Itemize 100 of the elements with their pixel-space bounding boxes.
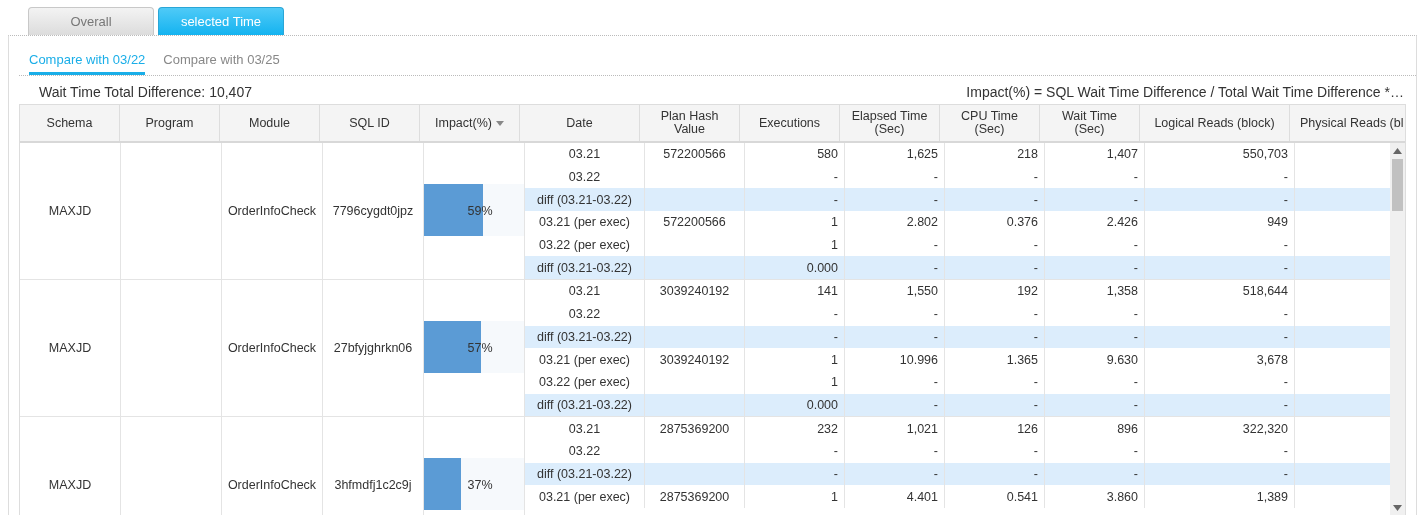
elapsed-time-cell: 1,550: [906, 284, 938, 299]
logical-reads-cell: -: [1283, 192, 1288, 207]
cpu-time-cell: 1.365: [1006, 352, 1038, 367]
module-cell: OrderInfoCheck: [222, 280, 323, 417]
date-cell: 03.21: [568, 284, 601, 299]
logical-reads-cell: 550,703: [1242, 147, 1288, 162]
schema-cell: MAXJD: [20, 280, 121, 417]
date-cell: diff (03.21-03.22): [537, 192, 632, 207]
elapsed-time-cell: -: [933, 192, 938, 207]
cpu-time-cell: -: [1033, 260, 1038, 275]
column-header: Module: [220, 105, 320, 141]
cpu-time-cell: -: [1033, 192, 1038, 207]
executions-cell: 1: [831, 352, 838, 367]
executions-cell: -: [833, 329, 838, 344]
elapsed-time-cell: -: [933, 307, 938, 322]
logical-reads-cell: 322,320: [1242, 421, 1288, 436]
elapsed-time-cell: 1,625: [906, 147, 938, 162]
cpu-time-cell: -: [1033, 375, 1038, 390]
plan-hash-cell: 3039240192: [659, 352, 730, 367]
date-cell: diff (03.21-03.22): [537, 466, 632, 481]
scrollbar[interactable]: [1390, 143, 1405, 515]
tab[interactable]: Overall: [28, 7, 154, 35]
scroll-down-icon[interactable]: [1393, 505, 1402, 511]
plan-hash-cell: 2875369200: [659, 489, 730, 504]
wait-time-cell: -: [1133, 444, 1138, 459]
wait-time-cell: -: [1133, 397, 1138, 412]
cpu-time-cell: 0.541: [1006, 489, 1038, 504]
tab[interactable]: selected Time: [158, 7, 284, 35]
wait-time-cell: 9.630: [1106, 352, 1138, 367]
date-cell: diff (03.21-03.22): [537, 397, 632, 412]
wait-time-cell: 3.860: [1106, 489, 1138, 504]
column-header: Elapsed Time (Sec): [840, 105, 940, 141]
date-cell: 03.22 (per exec): [539, 375, 630, 390]
executions-cell: -: [833, 307, 838, 322]
wait-time-cell: -: [1133, 307, 1138, 322]
column-header: Physical Reads (bl: [1299, 114, 1405, 132]
cpu-time-cell: 0.376: [1006, 215, 1038, 230]
logical-reads-cell: -: [1283, 260, 1288, 275]
logical-reads-cell: 949: [1267, 215, 1288, 230]
date-cell: 03.21: [568, 147, 601, 162]
wait-time-cell: 896: [1117, 421, 1138, 436]
cpu-time-cell: -: [1033, 170, 1038, 185]
compare-tab[interactable]: Compare with 03/22: [29, 50, 146, 75]
column-header-label: Impact(%): [435, 116, 492, 130]
plan-hash-cell: 572200566: [663, 215, 726, 230]
date-cell: 03.22: [568, 307, 601, 322]
logical-reads-cell: -: [1283, 375, 1288, 390]
elapsed-time-cell: 4.401: [906, 489, 938, 504]
wait-time-cell: 1,407: [1106, 147, 1138, 162]
elapsed-time-cell: -: [933, 238, 938, 253]
elapsed-time-cell: -: [933, 170, 938, 185]
wait-time-cell: -: [1133, 192, 1138, 207]
elapsed-time-cell: -: [933, 397, 938, 412]
elapsed-time-cell: 2.802: [906, 215, 938, 230]
executions-cell: -: [833, 444, 838, 459]
logical-reads-cell: -: [1283, 307, 1288, 322]
date-cell: 03.22: [568, 170, 601, 185]
impact-formula-note: Impact(%) = SQL Wait Time Difference / Total Wait Time Difference *…: [966, 84, 1404, 100]
cpu-time-cell: 218: [1017, 147, 1038, 162]
column-header: CPU Time (Sec): [940, 105, 1040, 141]
schema-cell: MAXJD: [20, 143, 121, 279]
logical-reads-cell: -: [1283, 170, 1288, 185]
executions-cell: -: [833, 170, 838, 185]
executions-cell: 232: [817, 421, 838, 436]
date-cell: 03.21: [568, 421, 601, 436]
wait-time-cell: -: [1133, 260, 1138, 275]
cpu-time-cell: 126: [1017, 421, 1038, 436]
column-header: Plan Hash Value: [640, 105, 740, 141]
column-header: SQL ID: [320, 105, 420, 141]
scrollbar-thumb[interactable]: [1392, 159, 1403, 211]
executions-cell: 0.000: [806, 260, 838, 275]
wait-time-cell: -: [1133, 375, 1138, 390]
logical-reads-cell: -: [1283, 466, 1288, 481]
plan-hash-cell: 2875369200: [659, 421, 730, 436]
cpu-time-cell: -: [1033, 444, 1038, 459]
elapsed-time-cell: -: [933, 444, 938, 459]
elapsed-time-cell: 10.996: [899, 352, 938, 367]
logical-reads-cell: -: [1283, 444, 1288, 459]
module-cell: OrderInfoCheck: [222, 143, 323, 279]
executions-cell: 580: [817, 147, 838, 162]
sort-caret-icon[interactable]: [495, 120, 504, 126]
elapsed-time-cell: -: [933, 260, 938, 275]
cpu-time-cell: -: [1033, 466, 1038, 481]
logical-reads-cell: 3,678: [1256, 352, 1288, 367]
date-cell: diff (03.21-03.22): [537, 329, 632, 344]
column-header: Program: [120, 105, 220, 141]
date-cell: 03.21 (per exec): [539, 489, 630, 504]
module-cell: OrderInfoCheck: [222, 417, 323, 515]
impact-value: 37%: [466, 478, 493, 493]
cpu-time-cell: -: [1033, 329, 1038, 344]
scroll-up-icon[interactable]: [1393, 148, 1402, 154]
elapsed-time-cell: -: [933, 375, 938, 390]
logical-reads-cell: -: [1283, 329, 1288, 344]
executions-cell: 1: [831, 238, 838, 253]
date-cell: diff (03.21-03.22): [537, 260, 632, 275]
compare-tab[interactable]: Compare with 03/25: [163, 50, 280, 75]
cpu-time-cell: -: [1033, 238, 1038, 253]
date-cell: 03.22: [568, 444, 601, 459]
wait-time-cell: -: [1133, 238, 1138, 253]
date-cell: 03.22 (per exec): [539, 238, 630, 253]
